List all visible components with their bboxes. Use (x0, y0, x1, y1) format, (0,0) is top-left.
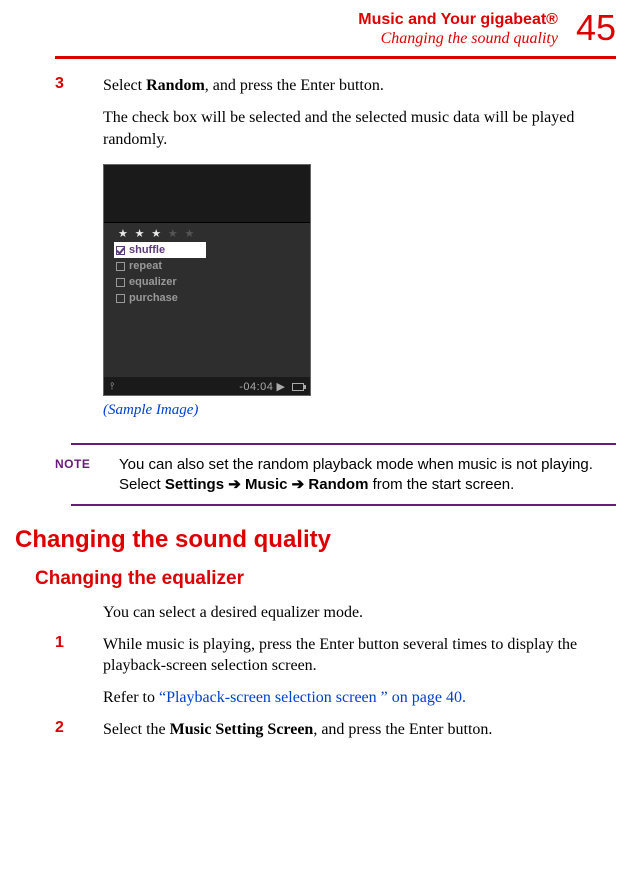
menu-item-shuffle: shuffle (114, 242, 206, 258)
note-label: NOTE (55, 455, 119, 471)
step-3: 3 Select Random, and press the Enter but… (55, 75, 616, 97)
header-text-block: Music and Your gigabeat® Changing the so… (358, 10, 558, 48)
eq-step-2: 2 Select the Music Setting Screen, and p… (55, 719, 616, 741)
menu-label: repeat (129, 260, 162, 272)
page-number: 45 (576, 10, 616, 46)
eq-refer: Refer to “Playback-screen selection scre… (103, 687, 616, 709)
step-number: 2 (55, 719, 103, 741)
menu-label: purchase (129, 292, 178, 304)
note-text: You can also set the random playback mod… (119, 455, 616, 494)
note-bottom-rule (71, 504, 616, 506)
eq2-suffix: , and press the Enter button. (313, 721, 492, 738)
checkbox-icon (116, 278, 125, 287)
device-menu: shuffle repeat equalizer purchase (114, 242, 310, 306)
equalizer-intro: You can select a desired equalizer mode. (103, 602, 616, 624)
checkbox-checked-icon (116, 246, 125, 255)
device-time-wrap: -04:04 ▶ (239, 380, 304, 393)
playback-time: -04:04 (239, 381, 273, 393)
battery-icon (292, 383, 304, 391)
device-screenshot: ★ ★ ★ ★ ★ shuffle repeat equalizer purc (103, 164, 311, 396)
note-block: NOTE You can also set the random playbac… (55, 443, 616, 506)
step3-paragraph: The check box will be selected and the s… (103, 107, 616, 150)
step3-prefix: Select (103, 77, 146, 94)
arrow-icon: ➔ (228, 476, 241, 493)
checkbox-icon (116, 294, 125, 303)
device-bottom-left-icon: ⫯ (110, 381, 114, 392)
eq2-prefix: Select the (103, 721, 170, 738)
step3-suffix: , and press the Enter button. (205, 77, 384, 94)
heading-sound-quality: Changing the sound quality (15, 526, 616, 554)
rating-stars: ★ ★ ★ ★ ★ (104, 223, 310, 240)
menu-item-purchase: purchase (114, 290, 206, 306)
header-title: Music and Your gigabeat® (358, 10, 558, 29)
note-path2: Music (245, 476, 288, 493)
note-path1: Settings (165, 476, 224, 493)
menu-item-equalizer: equalizer (114, 274, 206, 290)
checkbox-icon (116, 262, 125, 271)
device-top-bar (104, 165, 310, 223)
eq-step-1: 1 While music is playing, press the Ente… (55, 634, 616, 677)
menu-label: shuffle (129, 244, 165, 256)
step-text: While music is playing, press the Enter … (103, 634, 616, 677)
step-number: 3 (55, 75, 103, 97)
step-text: Select the Music Setting Screen, and pre… (103, 719, 492, 741)
page-content: 3 Select Random, and press the Enter but… (0, 59, 638, 740)
note-top-rule (71, 443, 616, 445)
heading-equalizer: Changing the equalizer (35, 568, 616, 590)
step-number: 1 (55, 634, 103, 677)
page-header: Music and Your gigabeat® Changing the so… (0, 0, 638, 56)
sample-image-wrap: ★ ★ ★ ★ ★ shuffle repeat equalizer purc (103, 164, 616, 396)
eq2-bold: Music Setting Screen (170, 721, 314, 738)
stars-dim: ★ ★ (163, 228, 196, 240)
menu-label: equalizer (129, 276, 177, 288)
header-subtitle: Changing the sound quality (358, 29, 558, 48)
step-text: Select Random, and press the Enter butto… (103, 75, 384, 97)
step3-bold: Random (146, 77, 205, 94)
cross-reference-link[interactable]: “Playback-screen selection screen ” on p… (159, 689, 466, 706)
device-status-bar: ⫯ -04:04 ▶ (104, 377, 310, 395)
stars-filled: ★ ★ ★ (118, 228, 163, 240)
arrow-icon: ➔ (292, 476, 305, 493)
note-suffix: from the start screen. (368, 476, 514, 493)
note-path3: Random (308, 476, 368, 493)
refer-prefix: Refer to (103, 689, 159, 706)
note-row: NOTE You can also set the random playbac… (55, 455, 616, 494)
menu-item-repeat: repeat (114, 258, 206, 274)
play-icon: ▶ (276, 381, 284, 393)
sample-image-caption: (Sample Image) (103, 402, 616, 419)
